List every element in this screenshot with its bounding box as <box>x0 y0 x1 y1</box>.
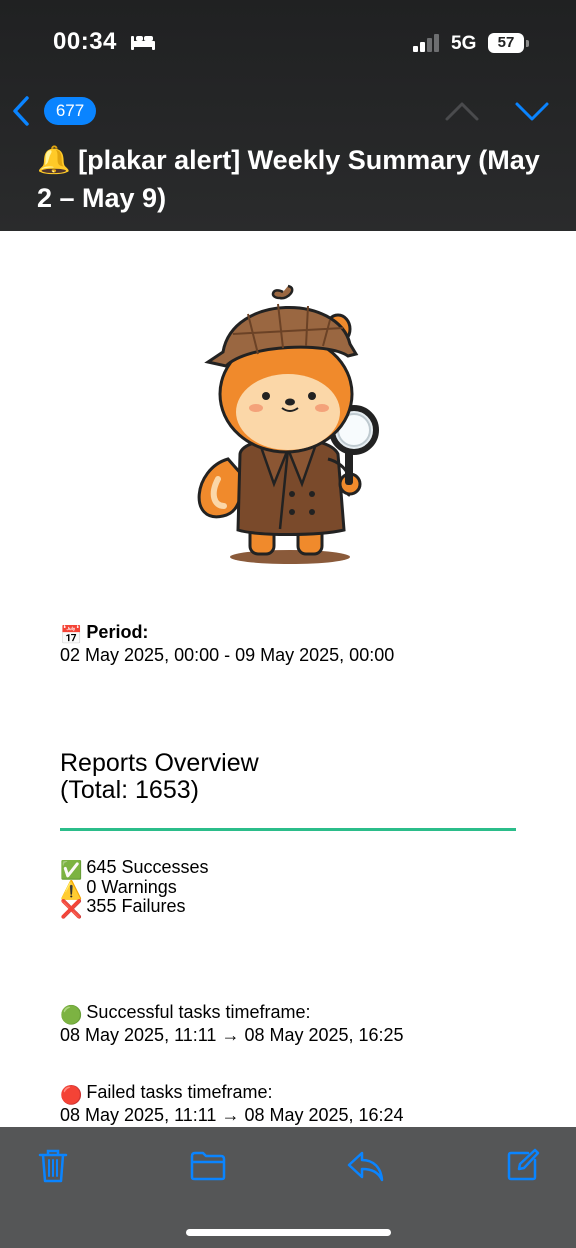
compose-icon[interactable] <box>506 1148 540 1182</box>
section-divider <box>60 828 516 831</box>
failed-timeframe: 🔴 Failed tasks timeframe: 08 May 2025, 11… <box>60 1082 404 1125</box>
stat-successes: ✅ 645 Successes <box>60 857 209 880</box>
overview-title: Reports Overview <box>60 749 259 777</box>
bed-icon <box>131 36 155 50</box>
failed-timeframe-value: 08 May 2025, 11:11 → 08 May 2025, 16:24 <box>60 1105 404 1125</box>
battery-body: 57 <box>488 33 524 53</box>
battery-cap <box>526 40 529 47</box>
period-label: Period: <box>86 622 149 642</box>
reply-icon[interactable] <box>346 1149 384 1183</box>
stat-failures: ❌ 355 Failures <box>60 896 209 919</box>
period-value: 02 May 2025, 00:00 - 09 May 2025, 00:00 <box>60 645 395 665</box>
network-label: 5G <box>451 33 477 54</box>
status-time: 00:34 <box>53 28 117 55</box>
calendar-icon: 📅 <box>60 625 83 645</box>
stat-text: 355 Failures <box>86 896 186 916</box>
red-circle-icon: 🔴 <box>60 1085 83 1105</box>
green-circle-icon: 🟢 <box>60 1005 83 1025</box>
cross-mark-icon: ❌ <box>60 899 83 919</box>
trash-icon[interactable] <box>38 1148 68 1184</box>
chevron-up-icon[interactable] <box>444 100 480 122</box>
success-timeframe-heading: 🟢 Successful tasks timeframe: <box>60 1002 404 1025</box>
stat-text: 645 Successes <box>86 857 209 877</box>
email-subject: 🔔 [plakar alert] Weekly Summary (May 2 –… <box>37 145 540 213</box>
period-block: 📅 Period: 02 May 2025, 00:00 - 09 May 202… <box>60 622 394 665</box>
failed-timeframe-heading: 🔴 Failed tasks timeframe: <box>60 1082 404 1105</box>
email-header: 00:34 5G 57 677 🔔 [plakar alert] Weekly … <box>0 0 576 231</box>
squirrel-detective-mascot <box>197 284 379 564</box>
battery-icon: 57 <box>488 33 530 53</box>
battery-level: 57 <box>497 34 515 51</box>
overview-total: (Total: 1653) <box>60 776 199 804</box>
failed-timeframe-label: Failed tasks timeframe: <box>86 1082 273 1102</box>
success-timeframe-value: 08 May 2025, 11:11 → 08 May 2025, 16:25 <box>60 1025 404 1045</box>
period-heading: 📅 Period: <box>60 622 394 645</box>
success-timeframe: 🟢 Successful tasks timeframe: 08 May 2025… <box>60 1002 404 1045</box>
signal-icon <box>413 34 439 52</box>
stats-list: ✅ 645 Successes ⚠️ 0 Warnings ❌ 355 Failure… <box>60 857 209 919</box>
reports-overview-heading: Reports Overview (Total: 1653) <box>60 750 520 804</box>
stat-warnings: ⚠️ 0 Warnings <box>60 876 209 900</box>
back-count-badge[interactable]: 677 <box>44 97 96 125</box>
chevron-down-icon[interactable] <box>514 100 550 122</box>
stat-text: 0 Warnings <box>86 876 177 897</box>
folder-icon[interactable] <box>190 1151 226 1181</box>
home-indicator[interactable] <box>186 1229 391 1236</box>
back-chevron-icon[interactable] <box>10 95 32 127</box>
success-timeframe-label: Successful tasks timeframe: <box>86 1002 311 1022</box>
